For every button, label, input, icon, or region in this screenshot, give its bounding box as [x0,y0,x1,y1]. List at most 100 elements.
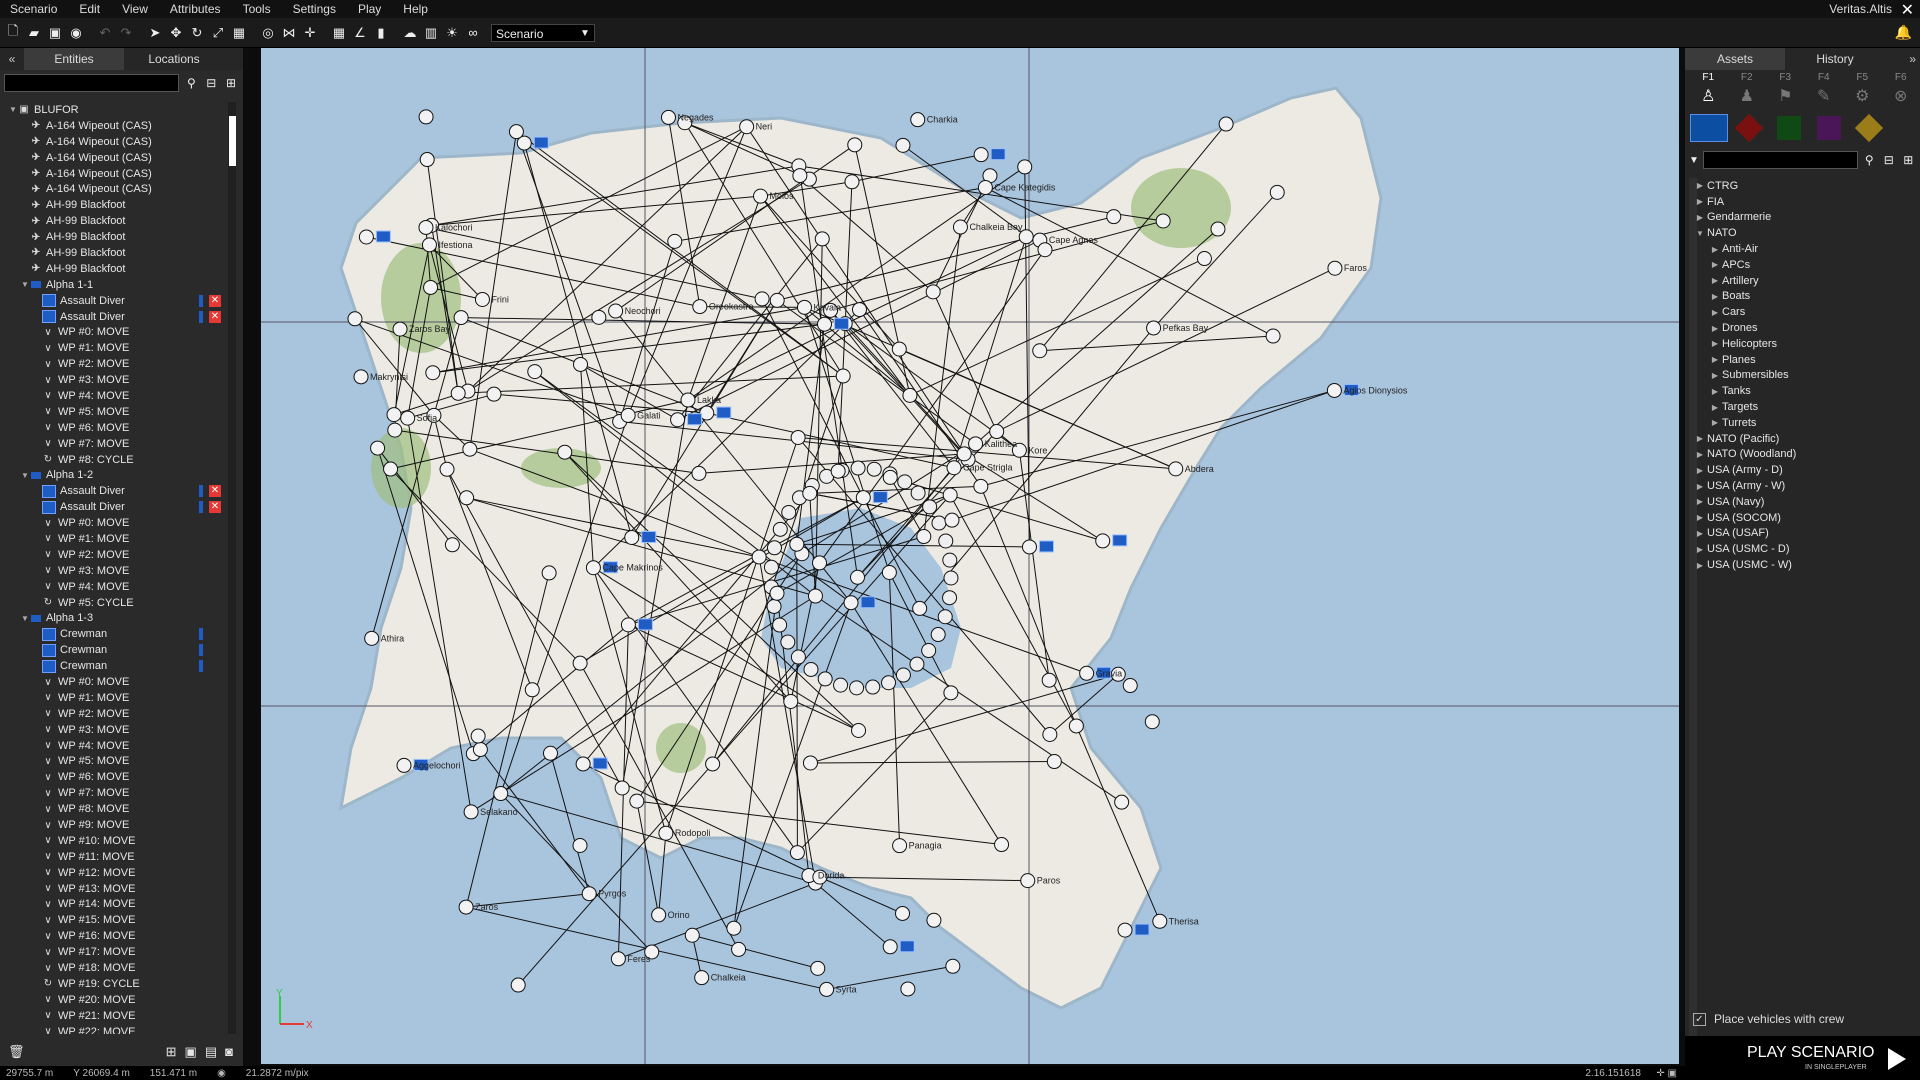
chevron-right-icon[interactable]: ▶ [1708,245,1722,254]
tree-row[interactable]: ✈ AH-99 Blackfoot [0,197,228,213]
side-empty-button[interactable] [1849,113,1889,143]
chevron-right-icon[interactable]: ▶ [1708,292,1722,301]
tree-row[interactable]: Crewman [0,642,228,658]
rotate-tool-icon[interactable]: ↻ [188,24,206,42]
asset-item[interactable]: ▶ Submersibles [1685,368,1920,384]
expand-toggle-icon[interactable]: ▼ [20,471,30,480]
tree-row[interactable]: ↻ WP #19: CYCLE [0,976,228,992]
tree-row[interactable]: ▼ Alpha 1-2 [0,467,228,483]
tree-row[interactable]: ∨ WP #2: MOVE [0,356,228,372]
chevron-right-icon[interactable]: ▶ [1693,497,1707,506]
chevron-right-icon[interactable]: ▶ [1693,545,1707,554]
tree-row[interactable]: ∨ WP #22: MOVE [0,1024,228,1034]
chevron-right-icon[interactable]: ▶ [1693,213,1707,222]
tree-row[interactable]: ∨ WP #13: MOVE [0,881,228,897]
tree-row[interactable]: ✈ AH-99 Blackfoot [0,229,228,245]
collapse-panel-icon[interactable]: « [0,48,24,70]
tree-row[interactable]: ✈ A-164 Wipeout (CAS) [0,166,228,182]
tree-row[interactable]: ∨ WP #14: MOVE [0,897,228,913]
tree-row[interactable]: ✈ AH-99 Blackfoot [0,261,228,277]
chevron-right-icon[interactable]: ▶ [1708,403,1722,412]
tree-row[interactable]: Crewman [0,626,228,642]
triggers-mode-icon[interactable]: ⚑ [1766,86,1805,106]
tab-locations[interactable]: Locations [124,48,224,70]
chevron-down-icon[interactable]: ▼ [1693,229,1707,238]
side-opfor-button[interactable] [1729,113,1769,143]
asset-item[interactable]: ▶ APCs [1685,257,1920,273]
weather-icon[interactable]: ☁ [401,24,419,42]
asset-item[interactable]: ▶ Targets [1685,399,1920,415]
menu-item-view[interactable]: View [112,2,160,16]
tree-row[interactable]: Assault Diver ✕ [0,293,228,309]
tree-row[interactable]: ∨ WP #6: MOVE [0,420,228,436]
tree-row[interactable]: ∨ WP #10: MOVE [0,833,228,849]
asset-item[interactable]: ▶ Drones [1685,320,1920,336]
chevron-right-icon[interactable]: ▶ [1693,513,1707,522]
chevron-right-icon[interactable]: ▶ [1708,308,1722,317]
tab-entities[interactable]: Entities [24,48,124,70]
groups-mode-icon[interactable]: ♟ [1728,86,1767,106]
tree-row[interactable]: ↻ WP #8: CYCLE [0,452,228,468]
place-with-crew-toggle[interactable]: ✓ Place vehicles with crew [1693,1012,1844,1026]
tree-row[interactable]: ∨ WP #18: MOVE [0,960,228,976]
select-tool-icon[interactable]: ➤ [146,24,164,42]
tree-row[interactable]: ∨ WP #1: MOVE [0,690,228,706]
chevron-right-icon[interactable]: ▶ [1708,387,1722,396]
tree-row[interactable]: ∨ WP #3: MOVE [0,372,228,388]
scale-tool-icon[interactable]: ⤢ [209,24,227,42]
asset-item[interactable]: ▶ Boats [1685,289,1920,305]
checkbox[interactable]: ✓ [1693,1012,1706,1026]
layer-icon[interactable]: ▤ [205,1044,217,1060]
expand-toggle-icon[interactable]: ▼ [20,614,30,623]
open-folder-icon[interactable]: ▰ [25,24,43,42]
chevron-right-icon[interactable]: ▶ [1693,450,1707,459]
markers-mode-icon[interactable]: ⊗ [1882,86,1920,106]
asset-item[interactable]: ▶ Helicopters [1685,336,1920,352]
asset-item[interactable]: ▶ Planes [1685,352,1920,368]
chevron-right-icon[interactable]: ▶ [1708,260,1722,269]
chevron-right-icon[interactable]: ▶ [1693,197,1707,206]
tree-row[interactable]: Assault Diver ✕ [0,309,228,325]
tree-row[interactable]: ∨ WP #4: MOVE [0,738,228,754]
chevron-right-icon[interactable]: ▶ [1693,466,1707,475]
tree-row[interactable]: ∨ WP #0: MOVE [0,515,228,531]
new-folder-icon[interactable]: ⊞ [166,1044,177,1060]
fkey-f4[interactable]: F4 [1805,72,1844,83]
fkey-f5[interactable]: F5 [1843,72,1882,83]
search-icon[interactable]: ⚲ [1862,153,1877,167]
tree-row[interactable]: ∨ WP #3: MOVE [0,563,228,579]
chevron-right-icon[interactable]: ▶ [1708,371,1722,380]
chevron-right-icon[interactable]: ▶ [1708,418,1722,427]
redo-icon[interactable]: ↷ [117,24,135,42]
play-scenario-button[interactable]: PLAY SCENARIO IN SINGLEPLAYER [1685,1036,1920,1080]
tree-row[interactable]: ∨ WP #8: MOVE [0,801,228,817]
tree-row[interactable]: ∨ WP #2: MOVE [0,706,228,722]
fkey-f3[interactable]: F3 [1766,72,1805,83]
eye-icon[interactable]: ◉ [217,1068,226,1079]
tree-row[interactable]: ∨ WP #1: MOVE [0,531,228,547]
asset-item[interactable]: ▶ USA (Army - W) [1685,478,1920,494]
chevron-right-icon[interactable]: ▶ [1693,434,1707,443]
tree-row[interactable]: ✈ AH-99 Blackfoot [0,245,228,261]
tree-row[interactable]: ∨ WP #5: MOVE [0,404,228,420]
tree-row[interactable]: ∨ WP #12: MOVE [0,865,228,881]
sun-icon[interactable]: ☀ [443,24,461,42]
objects-mode-icon[interactable]: ♙ [1689,86,1728,106]
side-civilian-button[interactable] [1809,114,1849,142]
menu-item-tools[interactable]: Tools [233,2,283,16]
tree-row[interactable]: ✈ A-164 Wipeout (CAS) [0,150,228,166]
tree-row[interactable]: ∨ WP #5: MOVE [0,754,228,770]
chevron-right-icon[interactable]: ▶ [1693,482,1707,491]
asset-item[interactable]: ▶ Anti-Air [1685,241,1920,257]
new-file-icon[interactable]: 🗋 [4,23,22,42]
camera-icon[interactable]: ◙ [225,1044,233,1060]
tree-row[interactable]: ∨ WP #15: MOVE [0,912,228,928]
tree-row[interactable]: ∨ WP #0: MOVE [0,324,228,340]
tree-row[interactable]: ✈ AH-99 Blackfoot [0,213,228,229]
undo-icon[interactable]: ↶ [96,24,114,42]
asset-item[interactable]: ▶ FIA [1685,194,1920,210]
chevron-right-icon[interactable]: ▶ [1693,181,1707,190]
asset-item[interactable]: ▶ NATO (Woodland) [1685,447,1920,463]
menu-item-help[interactable]: Help [393,2,440,16]
asset-item[interactable]: ▶ Tanks [1685,383,1920,399]
